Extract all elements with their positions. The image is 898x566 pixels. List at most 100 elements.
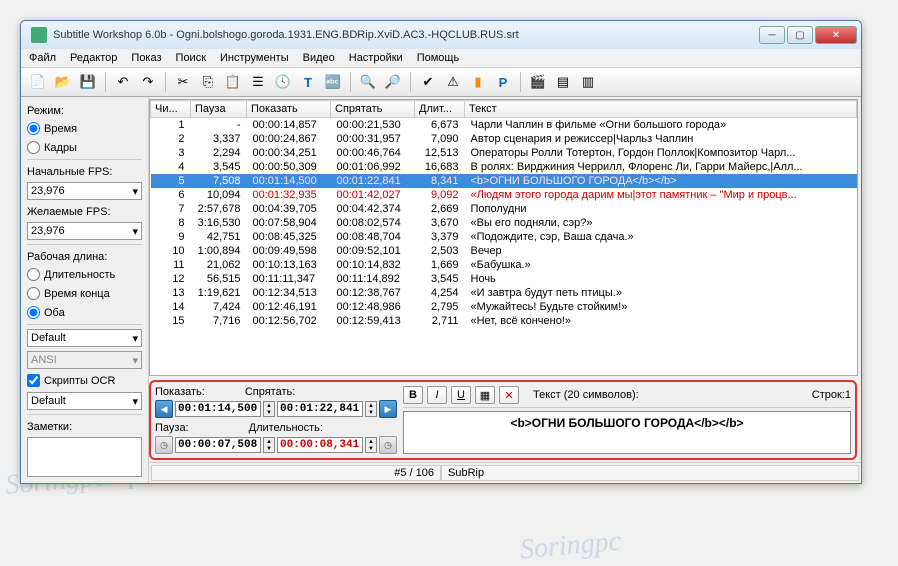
show-time-input[interactable] — [175, 401, 261, 417]
table-row[interactable]: 1121,06200:10:13,16300:10:14,8321,669«Ба… — [151, 258, 857, 272]
app-icon — [31, 27, 47, 43]
editor-panel: Показать: Спрятать: ◀ ▲▼ ▲▼ ▶ Пауз — [149, 380, 857, 460]
col-hide[interactable]: Спрятать — [331, 101, 415, 118]
hide-time-input[interactable] — [277, 401, 363, 417]
lines-label: Строк:1 — [812, 389, 851, 401]
col-dur[interactable]: Длит... — [415, 101, 465, 118]
maximize-button[interactable]: ▢ — [787, 26, 813, 44]
save-icon[interactable]: 💾 — [77, 71, 99, 93]
clock2-icon[interactable]: ◷ — [379, 436, 397, 454]
worklen-dur-radio[interactable]: Длительность — [27, 267, 142, 282]
table-row[interactable]: 23,33700:00:24,86700:00:31,9577,090Автор… — [151, 132, 857, 146]
bold-button[interactable]: B — [403, 386, 423, 404]
subtitle-text-input[interactable]: <b>ОГНИ БОЛЬШОГО ГОРОДА</b></b> — [403, 411, 851, 454]
table-row[interactable]: 942,75100:08:45,32500:08:48,7043,379«Под… — [151, 230, 857, 244]
table-row[interactable]: 72:57,67800:04:39,70500:04:42,3742,669По… — [151, 202, 857, 216]
next-sub-button[interactable]: ▶ — [379, 400, 397, 418]
status-format: SubRip — [441, 465, 859, 481]
redo-icon[interactable]: ↷ — [137, 71, 159, 93]
subtitle-grid[interactable]: Чи... Пауза Показать Спрятать Длит... Те… — [149, 99, 858, 376]
table-row[interactable]: 1-00:00:14,85700:00:21,5306,673Чарли Чап… — [151, 118, 857, 133]
ocr-checkbox[interactable]: Скрипты OCR — [27, 373, 142, 388]
minimize-button[interactable]: ─ — [759, 26, 785, 44]
italic-button[interactable]: I — [427, 386, 447, 404]
table-row[interactable]: 131:19,62100:12:34,51300:12:38,7674,254«… — [151, 286, 857, 300]
toolbar: 📄 📂 💾 ↶ ↷ ✂ ⎘ 📋 ☰ 🕓 T 🔤 🔍 🔎 ✔ ⚠ ▮ P 🎬 ▤ … — [21, 68, 861, 97]
col-pause[interactable]: Пауза — [191, 101, 247, 118]
menu-settings[interactable]: Настройки — [349, 52, 403, 64]
paste-icon[interactable]: 📋 — [222, 71, 244, 93]
worklen-both-radio[interactable]: Оба — [27, 305, 142, 320]
copy-icon[interactable]: ⎘ — [197, 71, 219, 93]
cut-icon[interactable]: ✂ — [172, 71, 194, 93]
props-icon[interactable]: ☰ — [247, 71, 269, 93]
titlebar[interactable]: Subtitle Workshop 6.0b - Ogni.bolshogo.g… — [21, 21, 861, 49]
pascal-icon[interactable]: P — [492, 71, 514, 93]
dur-spinner[interactable]: ▲▼ — [365, 437, 377, 453]
prev-sub-button[interactable]: ◀ — [155, 400, 173, 418]
start-fps-label: Начальные FPS: — [27, 166, 142, 178]
undo-icon[interactable]: ↶ — [112, 71, 134, 93]
new-icon[interactable]: 📄 — [27, 71, 49, 93]
table-row[interactable]: 1256,51500:11:11,34700:11:14,8923,545Ноч… — [151, 272, 857, 286]
table-row[interactable]: 101:00,89400:09:49,59800:09:52,1012,503В… — [151, 244, 857, 258]
col-show[interactable]: Показать — [247, 101, 331, 118]
video-icon[interactable]: 🎬 — [527, 71, 549, 93]
zoomin-icon[interactable]: 🔎 — [382, 71, 404, 93]
hide-spinner[interactable]: ▲▼ — [365, 401, 377, 417]
pause-spinner[interactable]: ▲▼ — [263, 437, 275, 453]
underline-button[interactable]: U — [451, 386, 471, 404]
table-row[interactable]: 32,29400:00:34,25100:00:46,76412,513Опер… — [151, 146, 857, 160]
status-position: #5 / 106 — [151, 465, 441, 481]
menu-tools[interactable]: Инструменты — [220, 52, 289, 64]
spellcheck-icon[interactable]: ✔ — [417, 71, 439, 93]
want-fps-combo[interactable]: 23,976▾ — [27, 222, 142, 240]
panel2-icon[interactable]: ▥ — [577, 71, 599, 93]
col-text[interactable]: Текст — [465, 101, 857, 118]
panel1-icon[interactable]: ▤ — [552, 71, 574, 93]
pause-input[interactable] — [175, 437, 261, 453]
table-row[interactable]: 157,71600:12:56,70200:12:59,4132,711«Нет… — [151, 314, 857, 328]
text-info-label: Текст (20 символов): — [533, 389, 639, 401]
table-row[interactable]: 147,42400:12:46,19100:12:48,9862,795«Муж… — [151, 300, 857, 314]
clear-button[interactable]: ✕ — [499, 386, 519, 404]
info-icon[interactable]: ▮ — [467, 71, 489, 93]
menu-file[interactable]: Файл — [29, 52, 56, 64]
text-icon[interactable]: T — [297, 71, 319, 93]
color-button[interactable]: ▦ — [475, 386, 495, 404]
charset-combo[interactable]: Default▾ — [27, 329, 142, 347]
open-icon[interactable]: 📂 — [52, 71, 74, 93]
clock1-icon[interactable]: ◷ — [155, 436, 173, 454]
show-spinner[interactable]: ▲▼ — [263, 401, 275, 417]
col-num[interactable]: Чи... — [151, 101, 191, 118]
start-fps-combo[interactable]: 23,976▾ — [27, 182, 142, 200]
clock-icon[interactable]: 🕓 — [272, 71, 294, 93]
ocr-combo[interactable]: Default▾ — [27, 392, 142, 410]
table-row[interactable]: 610,09400:01:32,93500:01:42,0279,092«Люд… — [151, 188, 857, 202]
encoding-combo[interactable]: ANSI▾ — [27, 351, 142, 369]
ocr-icon[interactable]: 🔤 — [322, 71, 344, 93]
menu-help[interactable]: Помощь — [417, 52, 460, 64]
warning-icon[interactable]: ⚠ — [442, 71, 464, 93]
sidebar: Режим: Время Кадры Начальные FPS: 23,976… — [21, 97, 149, 483]
duration-input[interactable] — [277, 437, 363, 453]
menu-show[interactable]: Показ — [131, 52, 161, 64]
window-title: Subtitle Workshop 6.0b - Ogni.bolshogo.g… — [53, 29, 759, 41]
menubar: Файл Редактор Показ Поиск Инструменты Ви… — [21, 49, 861, 68]
mode-frames-radio[interactable]: Кадры — [27, 140, 142, 155]
zoomout-icon[interactable]: 🔍 — [357, 71, 379, 93]
menu-search[interactable]: Поиск — [176, 52, 206, 64]
notes-textarea[interactable] — [27, 437, 142, 477]
statusbar: #5 / 106 SubRip — [149, 462, 861, 483]
menu-editor[interactable]: Редактор — [70, 52, 117, 64]
hide-label: Спрятать: — [245, 386, 295, 398]
mode-time-radio[interactable]: Время — [27, 121, 142, 136]
want-fps-label: Желаемые FPS: — [27, 206, 142, 218]
notes-label: Заметки: — [27, 421, 142, 433]
table-row[interactable]: 43,54500:00:50,30900:01:06,99216,683В ро… — [151, 160, 857, 174]
worklen-end-radio[interactable]: Время конца — [27, 286, 142, 301]
table-row[interactable]: 83:16,53000:07:58,90400:08:02,5743,670«В… — [151, 216, 857, 230]
menu-video[interactable]: Видео — [303, 52, 335, 64]
close-button[interactable]: ✕ — [815, 26, 857, 44]
table-row[interactable]: 57,50800:01:14,50000:01:22,8418,341<b>ОГ… — [151, 174, 857, 188]
